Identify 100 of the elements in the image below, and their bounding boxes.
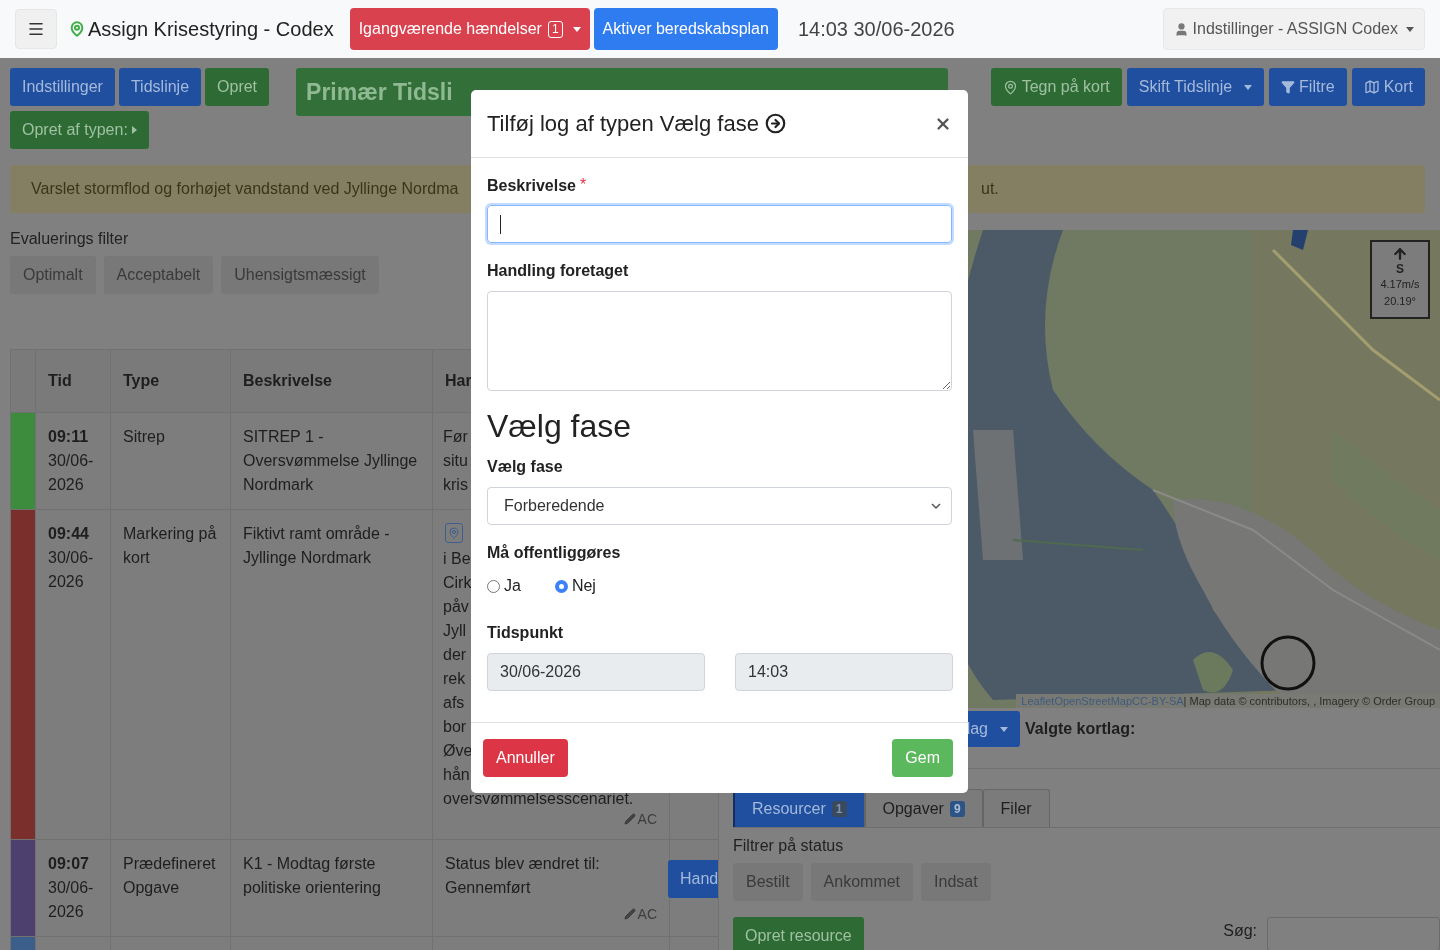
status-filter-label: Filtrer på status — [733, 837, 845, 855]
wind-degrees: 20.19° — [1384, 294, 1416, 309]
phase-select[interactable]: Forberedende — [487, 487, 952, 525]
action-text: rek — [443, 669, 466, 689]
filter-button[interactable]: Uhensigtsmæssigt — [221, 256, 379, 294]
action-text: Cirk — [443, 573, 472, 593]
toolbar-button[interactable]: Opret — [205, 68, 270, 106]
caret-icon — [131, 126, 137, 134]
user-icon — [1173, 21, 1189, 37]
field-label: Tidspunkt — [487, 623, 565, 643]
count-badge: 9 — [949, 800, 965, 817]
radio-label: Ja — [504, 577, 521, 595]
action-text: oversvømmelsesscenariet. — [443, 789, 634, 809]
pencil-icon — [623, 908, 636, 920]
toolbar-button[interactable]: Skift Tidslinje — [1126, 68, 1265, 106]
radio-label: Nej — [571, 577, 596, 595]
save-button[interactable]: Gem — [892, 739, 953, 777]
description-text: SITREP 1 - Oversvømmelse Jyllinge Nordmark — [243, 427, 419, 495]
action-text: påv — [443, 597, 469, 617]
count-badge: 1 — [831, 800, 847, 817]
wind-direction: S — [1396, 262, 1404, 276]
date-text: 30/06-2026 — [48, 451, 95, 495]
map-pin-icon — [69, 21, 85, 37]
incidents-button[interactable]: Igangværende hændelser 1 — [349, 8, 590, 50]
caret-icon — [572, 26, 581, 32]
required-mark: * — [579, 176, 587, 195]
radio-button[interactable] — [554, 579, 568, 593]
column-header: Type — [123, 372, 160, 389]
type-text: Markering på kort — [123, 524, 218, 568]
action-text: afs — [443, 693, 465, 713]
search-label: Søg: — [1223, 922, 1257, 940]
section-heading: Vælg fase — [487, 407, 633, 445]
date-text: 30/06-2026 — [48, 878, 95, 922]
clock-text: 14:03 30/06-2026 — [797, 17, 955, 41]
radio-button[interactable] — [487, 579, 500, 593]
field-label: Beskrivelse — [487, 176, 576, 196]
action-button[interactable]: Hand — [668, 860, 719, 898]
selected-layers-label: Valgte kortlag: — [1025, 720, 1136, 738]
column-header: Tid — [48, 372, 72, 389]
action-text: hån — [443, 765, 470, 785]
column-header: Har — [445, 372, 472, 389]
filter-button[interactable]: Optimalt — [10, 256, 96, 294]
caret-icon — [1244, 84, 1253, 90]
time-field[interactable]: 14:03 — [735, 653, 953, 691]
menu-icon — [27, 20, 45, 38]
user-menu[interactable]: Indstillinger - ASSIGN Codex — [1162, 8, 1425, 50]
create-resource-button[interactable]: Opret resource — [733, 917, 864, 950]
app-title: Assign Krisestyring - Codex — [88, 17, 334, 41]
alert-text: ut. — [981, 180, 1000, 198]
attribution-text: | Map data © contributors, , Imagery © Order Group — [1183, 695, 1435, 707]
filter-button[interactable]: Ankommet — [810, 863, 914, 901]
wind-speed: 4.17m/s — [1380, 277, 1420, 292]
filter-button[interactable]: Indsat — [921, 863, 991, 901]
type-text: Prædefineret Opgave — [123, 854, 217, 898]
action-text: i Be — [443, 549, 471, 569]
toolbar-button[interactable]: Indstillinger — [10, 68, 115, 106]
input-field[interactable] — [487, 205, 952, 243]
filter-button[interactable]: Acceptabelt — [103, 256, 214, 294]
time-text: 09:07 — [48, 854, 90, 874]
filter-icon — [1281, 80, 1296, 94]
field-label: Handling foretaget — [487, 261, 630, 281]
action-text: Jyll — [443, 621, 467, 641]
time-text: 09:11 — [48, 427, 90, 447]
field-label: Vælg fase — [487, 457, 564, 477]
map-icon — [1363, 79, 1380, 95]
author-initials: AC — [637, 811, 657, 827]
filter-label: Evaluerings filter — [10, 230, 130, 248]
action-text: Før — [443, 427, 468, 447]
count-badge: 1 — [547, 20, 563, 38]
cancel-button[interactable]: Annuller — [483, 739, 568, 777]
type-text: Sitrep — [123, 427, 166, 447]
action-text: kris — [443, 475, 468, 495]
action-text: Øve — [443, 741, 473, 761]
toolbar-button[interactable]: Tidslinje — [118, 68, 202, 106]
action-text: Status blev ændret til: Gennemført — [445, 854, 601, 898]
tab[interactable]: Filer — [982, 789, 1050, 827]
author-initials: AC — [637, 906, 657, 922]
time-text: 09:44 — [48, 524, 90, 544]
plan-button[interactable]: Aktiver beredskabsplan — [593, 8, 778, 50]
pencil-icon — [623, 813, 636, 825]
chevron-down-icon — [931, 502, 941, 510]
toolbar-button[interactable]: Kort — [1351, 68, 1425, 106]
alert-text: Varslet stormflod og forhøjet vandstand ved Jyllinge Nordma — [31, 180, 460, 198]
toolbar-button[interactable]: Filtre — [1269, 68, 1347, 106]
date-text: 30/06-2026 — [48, 548, 95, 592]
description-text: K1 - Modtag første politiske orientering — [243, 854, 382, 898]
map-pin-icon — [1002, 79, 1018, 95]
action-text: bor — [443, 717, 467, 737]
menu-button[interactable] — [15, 9, 57, 49]
map-pin-icon — [445, 523, 463, 543]
action-text: situ — [443, 451, 468, 471]
filter-button[interactable]: Bestilt — [733, 863, 803, 901]
column-header: Beskrivelse — [243, 372, 332, 389]
date-field[interactable]: 30/06-2026 — [487, 653, 705, 691]
toolbar-button[interactable]: Tegn på kort — [990, 68, 1122, 106]
action-text: der — [443, 645, 467, 665]
field-label: Må offentliggøres — [487, 543, 622, 563]
arrow-circle-icon — [764, 113, 786, 134]
caret-icon — [1406, 26, 1414, 32]
create-type-button[interactable]: Opret af typen: — [10, 111, 149, 149]
